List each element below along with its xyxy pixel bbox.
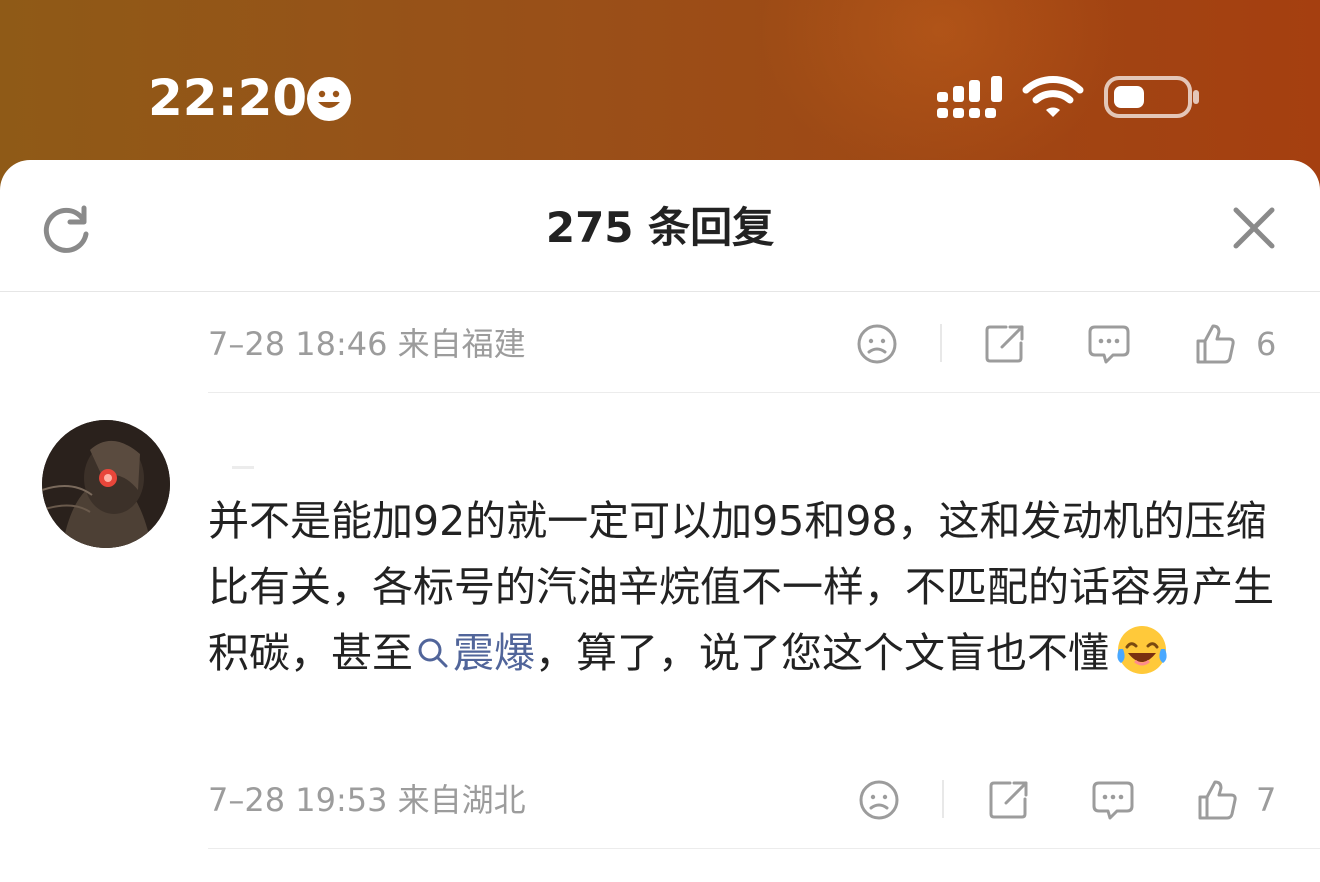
avatar[interactable]: [42, 420, 170, 548]
comment-divider: [208, 392, 1320, 393]
comment-meta-row: 7–28 18:46 来自福建 6: [0, 314, 1320, 374]
wifi-icon: [1022, 76, 1084, 117]
cellular-signal-icon: [937, 76, 1002, 118]
dislike-icon[interactable]: [854, 321, 900, 367]
avatar-image: [42, 420, 170, 548]
battery-icon: [1104, 76, 1199, 118]
username-placeholder: [232, 466, 254, 469]
comment-text: 并不是能加92的就一定可以加95和98，这和发动机的压缩比有关，各标号的汽油辛烷…: [208, 488, 1298, 686]
smiley-face-icon: [307, 77, 351, 121]
like-count: 7: [1256, 781, 1277, 819]
comment-time-location: 7–28 18:46 来自福建: [208, 325, 526, 363]
like-icon[interactable]: [1192, 321, 1238, 367]
comment-meta-row: 7–28 19:53 来自湖北 7: [0, 770, 1320, 830]
like-icon[interactable]: [1194, 777, 1240, 823]
like-count: 6: [1256, 325, 1277, 363]
comment-time-location: 7–28 19:53 来自湖北: [208, 781, 526, 819]
comment-text-part: ，算了，说了您这个文盲也不懂: [535, 629, 1109, 677]
comment-divider: [208, 848, 1320, 849]
close-icon[interactable]: [1228, 202, 1280, 254]
action-divider: [942, 780, 944, 818]
sheet-title: 275 条回复: [545, 203, 775, 252]
action-divider: [940, 324, 942, 362]
share-icon[interactable]: [982, 321, 1028, 367]
share-icon[interactable]: [986, 777, 1032, 823]
sheet-header: 275 条回复: [0, 160, 1320, 292]
laugh-cry-emoji: [1117, 626, 1167, 674]
reply-icon[interactable]: [1086, 321, 1132, 367]
status-time: 22:20: [148, 69, 308, 127]
reply-icon[interactable]: [1090, 777, 1136, 823]
dislike-icon[interactable]: [856, 777, 902, 823]
topic-link[interactable]: 震爆: [453, 629, 535, 677]
search-icon: [418, 638, 448, 668]
